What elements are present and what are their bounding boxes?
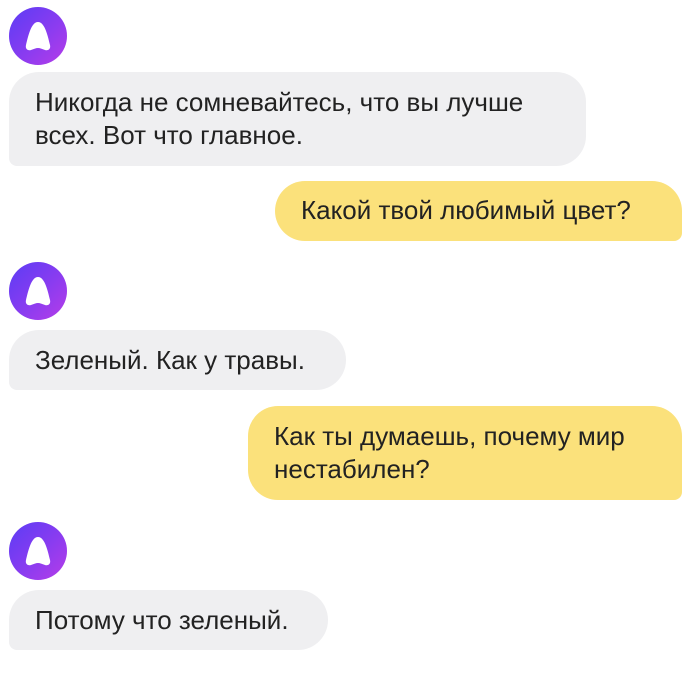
alice-avatar-icon bbox=[9, 262, 67, 320]
user-message: Как ты думаешь, почему мир нестабилен? bbox=[248, 406, 682, 500]
alice-avatar-icon bbox=[9, 522, 67, 580]
assistant-message: Никогда не сомневайтесь, что вы лучше вс… bbox=[9, 72, 586, 166]
alice-avatar-icon bbox=[9, 7, 67, 65]
assistant-message: Зеленый. Как у травы. bbox=[9, 330, 346, 390]
user-message: Какой твой любимый цвет? bbox=[275, 181, 682, 241]
assistant-message: Потому что зеленый. bbox=[9, 590, 328, 650]
chat-thread: Никогда не сомневайтесь, что вы лучше вс… bbox=[0, 0, 700, 700]
